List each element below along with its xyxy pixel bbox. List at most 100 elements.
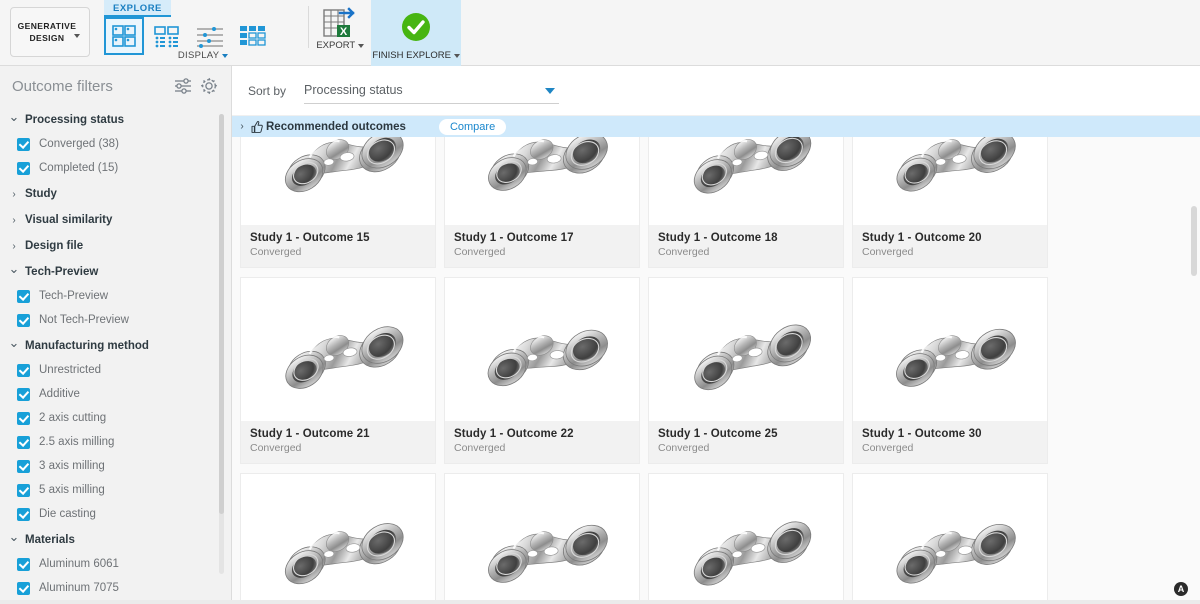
filter-group-visual-similarity[interactable]: › Visual similarity (0, 208, 231, 232)
filter-group-processing-status[interactable]: ⌄ Processing status (0, 108, 231, 132)
table-view-icon[interactable] (235, 19, 271, 53)
checkbox-checked-icon[interactable] (17, 313, 30, 327)
checkbox-checked-icon[interactable] (17, 137, 30, 151)
checkbox-checked-icon[interactable] (17, 387, 30, 401)
bottom-status-bar (0, 600, 1200, 604)
checkbox-checked-icon[interactable] (17, 507, 30, 521)
filter-option-tech-preview[interactable]: Tech-Preview (0, 284, 231, 308)
filter-group-tech-preview[interactable]: ⌄ Tech-Preview (0, 260, 231, 284)
outcome-card-thumbnail[interactable] (241, 278, 435, 421)
checkbox-checked-icon[interactable] (17, 363, 30, 377)
filter-option-additive[interactable]: Additive (0, 382, 231, 406)
status-badge: Converged (658, 246, 710, 258)
chevron-down-icon: ⌄ (8, 335, 20, 350)
sidebar-header: Outcome filters (0, 66, 231, 106)
outcome-card-thumbnail[interactable] (241, 137, 435, 225)
display-panel-title[interactable]: DISPLAY (98, 50, 308, 61)
thumbs-up-icon (251, 120, 263, 133)
filter-group-list: ⌄ Processing status Converged (38) Complete… (0, 108, 231, 604)
filter-group-manufacturing-method[interactable]: ⌄ Manufacturing method (0, 334, 231, 358)
outcome-card-thumbnail[interactable] (649, 137, 843, 225)
checkbox-checked-icon[interactable] (17, 411, 30, 425)
outcome-card-thumbnail[interactable] (853, 278, 1047, 421)
outcome-3d-model-thumbnail (285, 325, 404, 389)
sort-by-select[interactable]: Processing status (304, 78, 560, 104)
compare-button[interactable]: Compare (438, 118, 507, 135)
generative-design-workspace-button[interactable]: GENERATIVE DESIGN (10, 7, 90, 57)
export-button[interactable]: X EXPORT (309, 0, 371, 56)
filter-option-not-tech-preview[interactable]: Not Tech-Preview (0, 308, 231, 332)
filter-option-aluminum-6061[interactable]: Aluminum 6061 (0, 552, 231, 576)
filter-group-study[interactable]: › Study (0, 182, 231, 206)
checkbox-checked-icon[interactable] (17, 557, 30, 571)
outcome-card[interactable]: Study 1 - Outcome 30 Converged (852, 277, 1048, 464)
outcome-card-thumbnail[interactable] (649, 474, 843, 604)
brand-badge-letter: A (1177, 583, 1185, 594)
checkbox-checked-icon[interactable] (17, 483, 30, 497)
recommended-outcomes-bar[interactable]: › Recommended outcomes Compare (232, 116, 1200, 137)
outcome-card[interactable]: Study 1 - Outcome 20 Converged (852, 137, 1048, 268)
outcome-card-title: Study 1 - Outcome 25 (658, 428, 778, 440)
outcome-card[interactable]: Study 1 - Outcome 15 Converged (240, 137, 436, 268)
outcome-card-thumbnail[interactable] (445, 278, 639, 421)
outcome-3d-model-thumbnail (896, 523, 1016, 583)
gear-icon[interactable] (199, 76, 219, 96)
filter-option-aluminum-7075[interactable]: Aluminum 7075 (0, 576, 231, 600)
finish-explore-button[interactable]: FINISH EXPLORE (371, 0, 461, 66)
filter-option-2-5-axis-milling[interactable]: 2.5 axis milling (0, 430, 231, 454)
filter-option-5-axis-milling[interactable]: 5 axis milling (0, 478, 231, 502)
outcome-card[interactable] (648, 473, 844, 604)
outcome-card-title: Study 1 - Outcome 30 (862, 428, 982, 440)
checkbox-checked-icon[interactable] (17, 459, 30, 473)
sidebar-scrollbar[interactable] (219, 114, 224, 574)
filter-sliders-icon[interactable] (173, 76, 193, 96)
outcome-card[interactable]: Study 1 - Outcome 21 Converged (240, 277, 436, 464)
workspace-button-label: GENERATIVE DESIGN (18, 20, 83, 44)
checkbox-checked-icon[interactable] (17, 581, 30, 595)
filter-option-unrestricted[interactable]: Unrestricted (0, 358, 231, 382)
outcome-3d-model-thumbnail (693, 520, 812, 585)
outcome-card[interactable]: Study 1 - Outcome 17 Converged (444, 137, 640, 268)
outcome-card[interactable] (444, 473, 640, 604)
chevron-down-icon (222, 54, 229, 58)
outcomes-grid-scroll-area[interactable]: Study 1 - Outcome 15 Converged Study 1 -… (232, 137, 1200, 604)
filter-option-completed-15-[interactable]: Completed (15) (0, 156, 231, 180)
filter-group-label: Manufacturing method (25, 340, 149, 352)
outcome-card-thumbnail[interactable] (241, 474, 435, 604)
green-check-icon (402, 13, 430, 41)
filter-option-2-axis-cutting[interactable]: 2 axis cutting (0, 406, 231, 430)
sidebar-scrollbar-thumb[interactable] (219, 114, 224, 514)
checkbox-checked-icon[interactable] (17, 435, 30, 449)
chevron-down-icon: ⌄ (8, 261, 20, 276)
outcome-card[interactable]: Study 1 - Outcome 22 Converged (444, 277, 640, 464)
scatter-plot-view-icon[interactable] (192, 19, 228, 53)
filter-option-3-axis-milling[interactable]: 3 axis milling (0, 454, 231, 478)
tab-explore[interactable]: EXPLORE (104, 0, 171, 17)
outcome-card-thumbnail[interactable] (445, 474, 639, 604)
checkbox-checked-icon[interactable] (17, 289, 30, 303)
outcome-card-thumbnail[interactable] (853, 474, 1047, 604)
checkbox-checked-icon[interactable] (17, 161, 30, 175)
outcome-card-thumbnail[interactable] (853, 137, 1047, 225)
outcome-card[interactable] (852, 473, 1048, 604)
filter-group-design-file[interactable]: › Design file (0, 234, 231, 258)
outcome-3d-model-thumbnail (896, 137, 1016, 191)
grid-view-icon[interactable] (104, 17, 144, 55)
outcome-card-title: Study 1 - Outcome 20 (862, 232, 982, 244)
chevron-right-icon[interactable]: › (235, 121, 249, 132)
filter-option-label: Die casting (39, 508, 96, 520)
outcome-card[interactable] (240, 473, 436, 604)
filter-group-materials[interactable]: ⌄ Materials (0, 528, 231, 552)
outcome-card-thumbnail[interactable] (649, 278, 843, 421)
filter-option-converged-38-[interactable]: Converged (38) (0, 132, 231, 156)
outcome-card[interactable]: Study 1 - Outcome 18 Converged (648, 137, 844, 268)
outcome-3d-model-thumbnail (694, 324, 811, 390)
outcome-card-thumbnail[interactable] (445, 137, 639, 225)
filter-group-label: Design file (25, 240, 84, 252)
outcome-card[interactable]: Study 1 - Outcome 25 Converged (648, 277, 844, 464)
filter-option-label: Not Tech-Preview (39, 314, 129, 326)
card-list-view-icon[interactable] (149, 19, 185, 53)
outcomes-scrollbar-thumb[interactable] (1191, 206, 1197, 276)
finish-explore-panel[interactable]: FINISH EXPLORE (371, 0, 461, 66)
filter-option-die-casting[interactable]: Die casting (0, 502, 231, 526)
